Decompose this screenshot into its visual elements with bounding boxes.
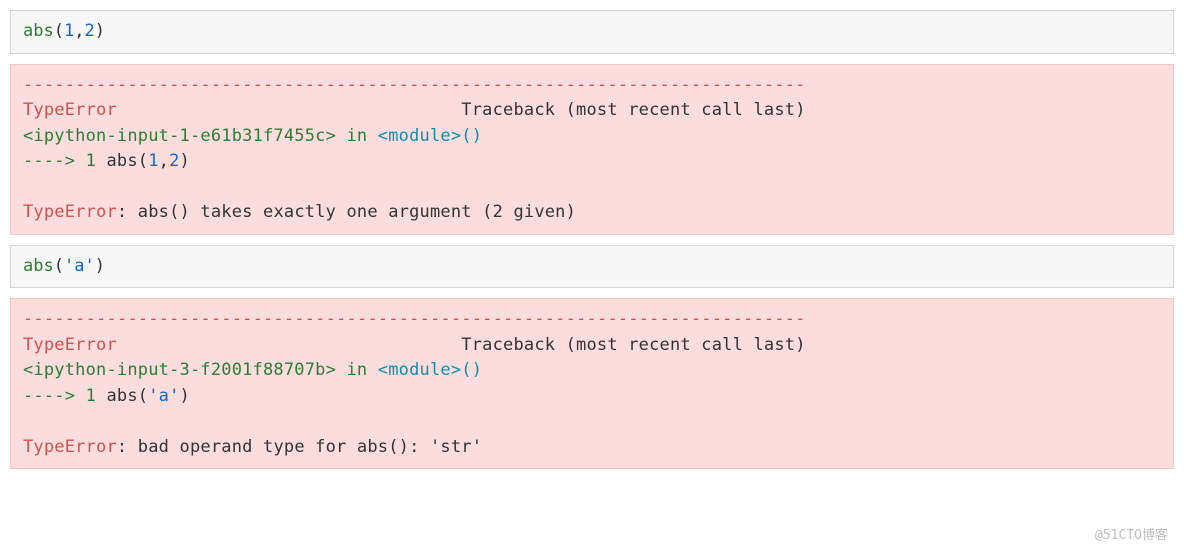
- token: 2: [84, 21, 94, 41]
- token: [336, 360, 346, 380]
- error-output-cell-1: ----------------------------------------…: [10, 64, 1174, 235]
- token: [367, 126, 377, 146]
- error-output-cell-2: ----------------------------------------…: [10, 298, 1174, 469]
- token: (): [461, 360, 482, 380]
- code-input-cell-2: abs('a'): [10, 245, 1174, 289]
- token: <ipython-input-1-e61b31f7455c>: [23, 126, 336, 146]
- token: ----> 1: [23, 386, 96, 406]
- token: 1: [148, 151, 158, 171]
- token: ): [95, 21, 105, 41]
- code-input-cell-1: abs(1,2): [10, 10, 1174, 54]
- token: abs: [23, 21, 54, 41]
- token: 'a': [64, 256, 95, 276]
- token: (: [138, 151, 148, 171]
- token: <module>: [378, 126, 461, 146]
- token: ----------------------------------------…: [23, 309, 806, 329]
- token: TypeError: [23, 335, 117, 355]
- token: 1: [64, 21, 74, 41]
- token: (: [138, 386, 148, 406]
- token: abs: [23, 256, 54, 276]
- token: 2: [169, 151, 179, 171]
- token: ): [180, 151, 190, 171]
- token: abs: [96, 386, 138, 406]
- token: <module>: [378, 360, 461, 380]
- token: TypeError: [23, 437, 117, 457]
- watermark: @51CTO博客: [1095, 526, 1168, 546]
- token: <ipython-input-3-f2001f88707b>: [23, 360, 336, 380]
- token: Traceback (most recent call last): [117, 335, 806, 355]
- token: ): [180, 386, 190, 406]
- token: (: [54, 21, 64, 41]
- token: 'a': [148, 386, 179, 406]
- token: [367, 360, 377, 380]
- token: ,: [159, 151, 169, 171]
- token: ,: [74, 21, 84, 41]
- token: TypeError: [23, 202, 117, 222]
- token: ----------------------------------------…: [23, 75, 806, 95]
- token: TypeError: [23, 100, 117, 120]
- token: in: [346, 126, 367, 146]
- token: (): [461, 126, 482, 146]
- token: [336, 126, 346, 146]
- token: Traceback (most recent call last): [117, 100, 806, 120]
- token: abs: [96, 151, 138, 171]
- token: (: [54, 256, 64, 276]
- token: : abs() takes exactly one argument (2 gi…: [117, 202, 576, 222]
- token: ----> 1: [23, 151, 96, 171]
- token: in: [346, 360, 367, 380]
- token: : bad operand type for abs(): 'str': [117, 437, 482, 457]
- token: ): [95, 256, 105, 276]
